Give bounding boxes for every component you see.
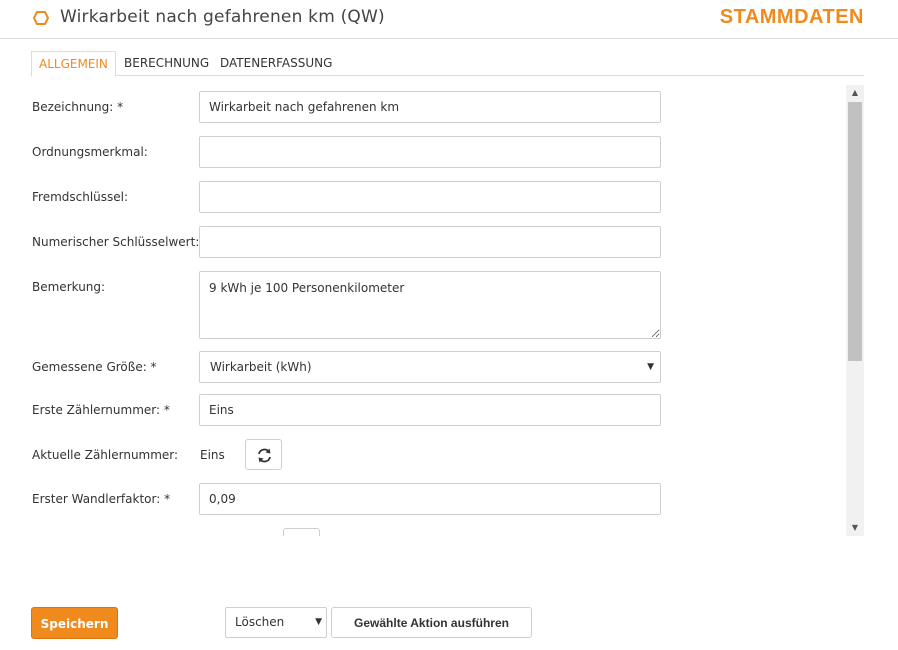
numerischer-schluesselwert-input[interactable] — [199, 226, 661, 258]
execute-action-button[interactable]: Gewählte Aktion ausführen — [331, 607, 532, 638]
refresh-icon — [258, 448, 271, 463]
tab-allgemein[interactable]: ALLGEMEIN — [31, 51, 116, 77]
aktuelle-zaehlernummer-label: Aktuelle Zählernummer: — [32, 448, 179, 462]
gemessene-groesse-select[interactable]: Wirkarbeit (kWh) ▼ — [199, 351, 661, 383]
tab-bar: ALLGEMEIN BERECHNUNG DATENERFASSUNG — [31, 51, 864, 77]
scroll-down-icon[interactable]: ▼ — [846, 520, 864, 536]
fremdschluessel-label: Fremdschlüssel: — [32, 190, 129, 204]
fremdschluessel-input[interactable] — [199, 181, 661, 213]
hexagon-icon — [33, 11, 49, 25]
tab-berechnung[interactable]: BERECHNUNG — [117, 51, 216, 76]
erster-wandlerfaktor-input[interactable] — [199, 483, 661, 515]
tab-datenerfassung[interactable]: DATENERFASSUNG — [213, 51, 339, 76]
vertical-scrollbar[interactable]: ▲ ▼ — [846, 85, 864, 536]
refresh-button[interactable] — [245, 439, 282, 470]
aktuelle-zaehlernummer-value: Eins — [200, 448, 225, 462]
ordnungsmerkmal-input[interactable] — [199, 136, 661, 168]
bemerkung-textarea[interactable]: 9 kWh je 100 Personenkilometer — [199, 271, 661, 339]
page-header: Wirkarbeit nach gefahrenen km (QW) STAMM… — [0, 0, 898, 39]
bezeichnung-label: Bezeichnung: * — [32, 100, 124, 114]
action-select[interactable]: Löschen ▼ — [225, 607, 327, 638]
dropdown-arrow-icon: ▼ — [315, 617, 322, 627]
bemerkung-label: Bemerkung: — [32, 280, 106, 294]
erste-zaehlernummer-input[interactable] — [199, 394, 661, 426]
erste-zaehlernummer-label: Erste Zählernummer: * — [32, 403, 170, 417]
page-title: Wirkarbeit nach gefahrenen km (QW) — [60, 7, 385, 27]
action-select-value: Löschen — [235, 615, 285, 629]
scroll-up-icon[interactable]: ▲ — [846, 85, 864, 101]
gemessene-groesse-label: Gemessene Größe: * — [32, 360, 157, 374]
partial-button[interactable] — [283, 528, 320, 536]
gemessene-groesse-value: Wirkarbeit (kWh) — [210, 360, 312, 374]
dropdown-arrow-icon: ▼ — [647, 362, 654, 372]
ordnungsmerkmal-label: Ordnungsmerkmal: — [32, 145, 148, 159]
brand-label: STAMMDATEN — [719, 6, 864, 28]
erster-wandlerfaktor-label: Erster Wandlerfaktor: * — [32, 492, 171, 506]
scroll-thumb[interactable] — [848, 102, 862, 361]
save-button[interactable]: Speichern — [31, 607, 118, 639]
bezeichnung-input[interactable] — [199, 91, 661, 123]
numerischer-schluesselwert-label: Numerischer Schlüsselwert: — [32, 235, 200, 249]
